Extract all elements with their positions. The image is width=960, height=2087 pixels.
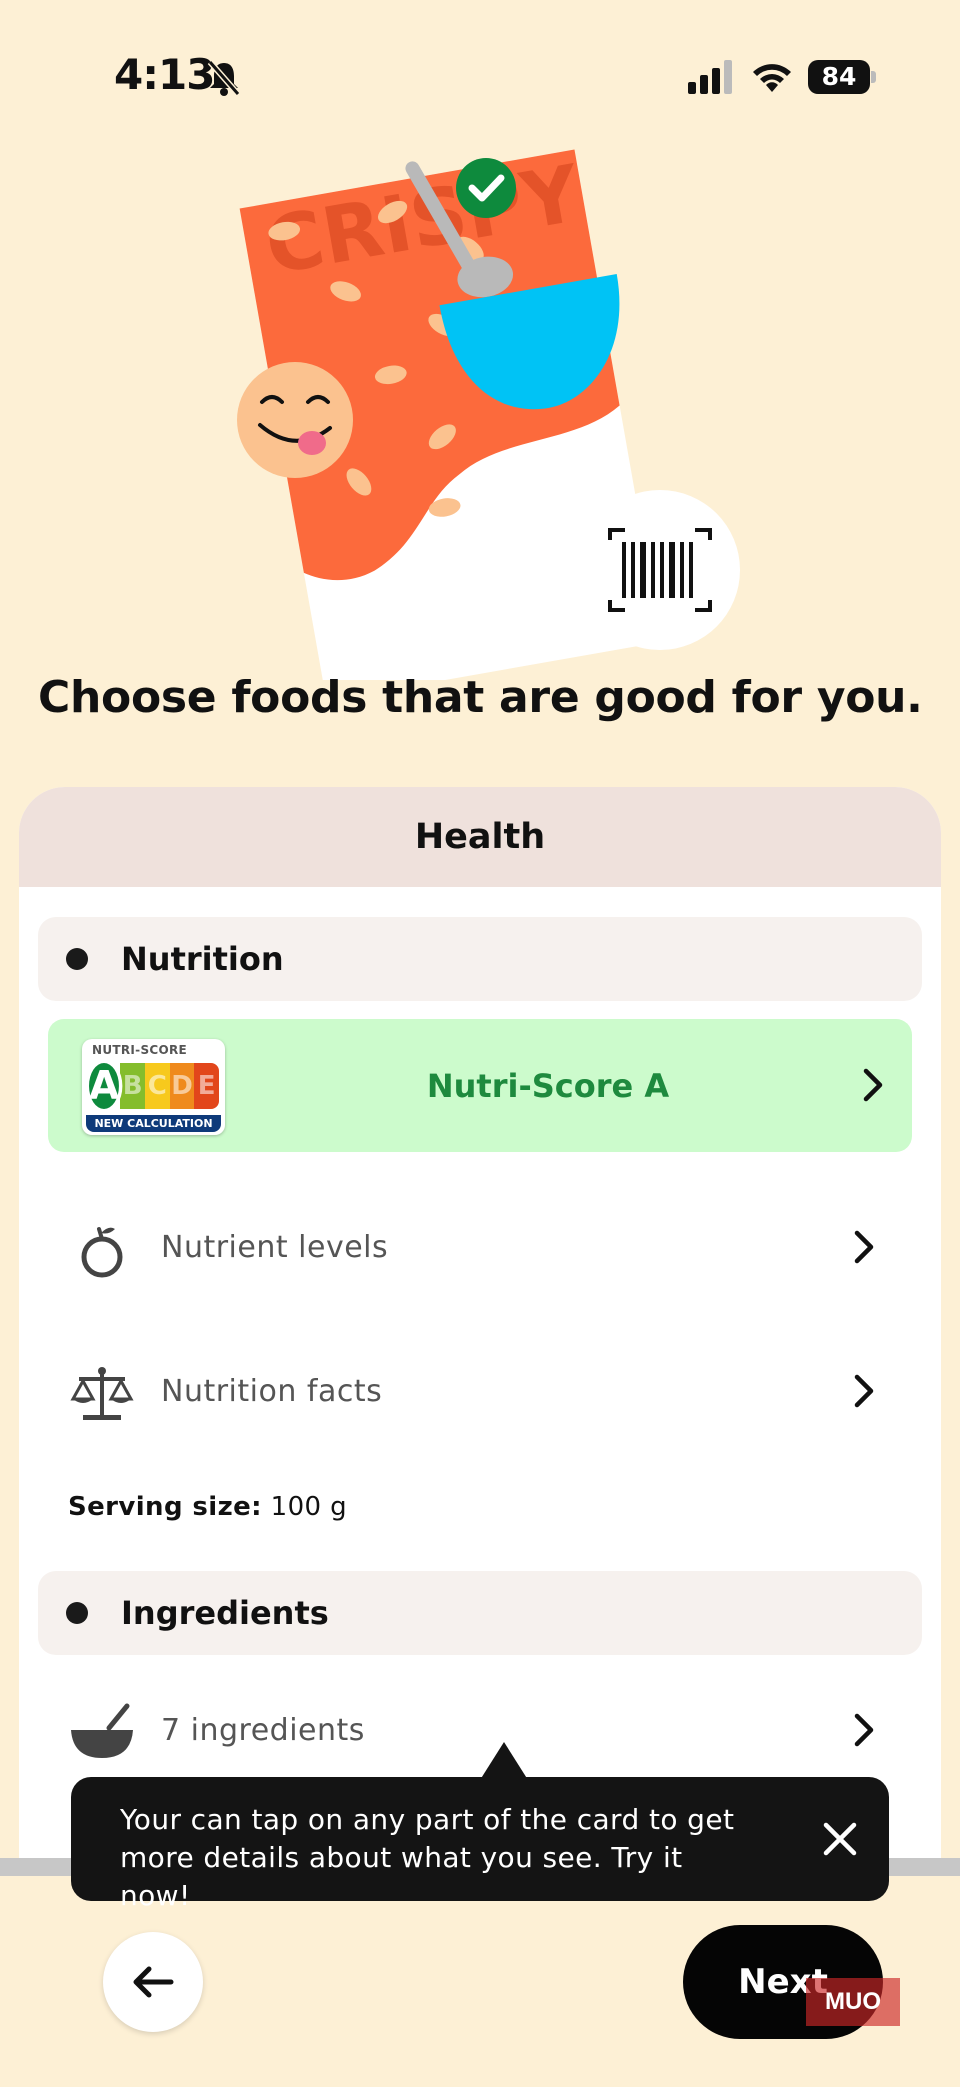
nutri-score-label: Nutri-Score A [426, 1066, 670, 1105]
nutri-logo-top: NUTRI-SCORE [92, 1043, 188, 1057]
scale-icon [70, 1367, 134, 1420]
wifi-icon [753, 64, 791, 92]
back-button[interactable] [103, 1932, 203, 2032]
battery-indicator: 84 [808, 60, 876, 94]
nutrition-facts-row[interactable]: Nutrition facts [19, 1341, 941, 1441]
serving-size-label: Serving size: [68, 1492, 262, 1522]
nutri-letter-b: B [120, 1063, 145, 1109]
battery-tip [871, 71, 876, 83]
arrow-left-icon [133, 1966, 174, 1998]
ingredients-count-label: 7 ingredients [161, 1712, 365, 1748]
hint-tooltip: Your can tap on any part of the card to … [71, 1777, 889, 1912]
bullet-icon [66, 1602, 88, 1624]
cereal-illustration: CRISPY [237, 149, 740, 680]
status-bar: 4:13 84 [0, 0, 960, 150]
nutrient-levels-row[interactable]: Nutrient levels [19, 1197, 941, 1297]
chevron-right-icon [863, 1068, 883, 1102]
card-title: Health [414, 817, 546, 857]
mortar-icon [71, 1703, 133, 1758]
nutri-score-logo: NUTRI-SCORE A B C D E NEW CALCULATION [82, 1039, 225, 1135]
serving-size: Serving size: 100 g [68, 1492, 347, 1522]
nutri-letter-e: E [194, 1063, 220, 1109]
health-card[interactable]: Health Nutrition NUTRI-SCORE A B C D E N… [19, 787, 941, 1867]
card-header: Health [19, 787, 941, 887]
nutri-logo-bottom: NEW CALCULATION [86, 1115, 221, 1132]
chevron-right-icon [854, 1374, 874, 1408]
tooltip-pointer [480, 1742, 528, 1780]
nutri-letter-a: A [85, 1059, 123, 1113]
section-label-ingredients: Ingredients [121, 1594, 329, 1632]
bullet-icon [66, 948, 88, 970]
silent-bell-icon [207, 60, 241, 96]
nutri-letters: A B C D E [85, 1059, 220, 1113]
battery-level: 84 [808, 60, 870, 94]
cellular-signal-icon [688, 60, 732, 94]
apple-icon [81, 1227, 123, 1278]
status-time: 4:13 [114, 50, 215, 99]
tooltip-text: Your can tap on any part of the card to … [120, 1803, 735, 1912]
serving-size-value: 100 g [261, 1492, 348, 1522]
chevron-right-icon [854, 1230, 874, 1264]
section-label-nutrition: Nutrition [121, 940, 284, 978]
watermark-logo: MUO [806, 1978, 900, 2026]
page-headline: Choose foods that are good for you. [38, 672, 923, 723]
nutri-letter-c: C [145, 1063, 170, 1109]
check-badge [456, 158, 516, 218]
section-header-nutrition: Nutrition [38, 917, 922, 1001]
chevron-right-icon [854, 1713, 874, 1747]
nutri-score-row[interactable]: NUTRI-SCORE A B C D E NEW CALCULATION Nu… [48, 1019, 912, 1152]
nutri-letter-d: D [169, 1063, 195, 1109]
nutrient-levels-label: Nutrient levels [161, 1229, 389, 1265]
section-header-ingredients: Ingredients [38, 1571, 922, 1655]
close-icon[interactable] [816, 1815, 864, 1863]
nutrition-facts-label: Nutrition facts [161, 1373, 383, 1409]
